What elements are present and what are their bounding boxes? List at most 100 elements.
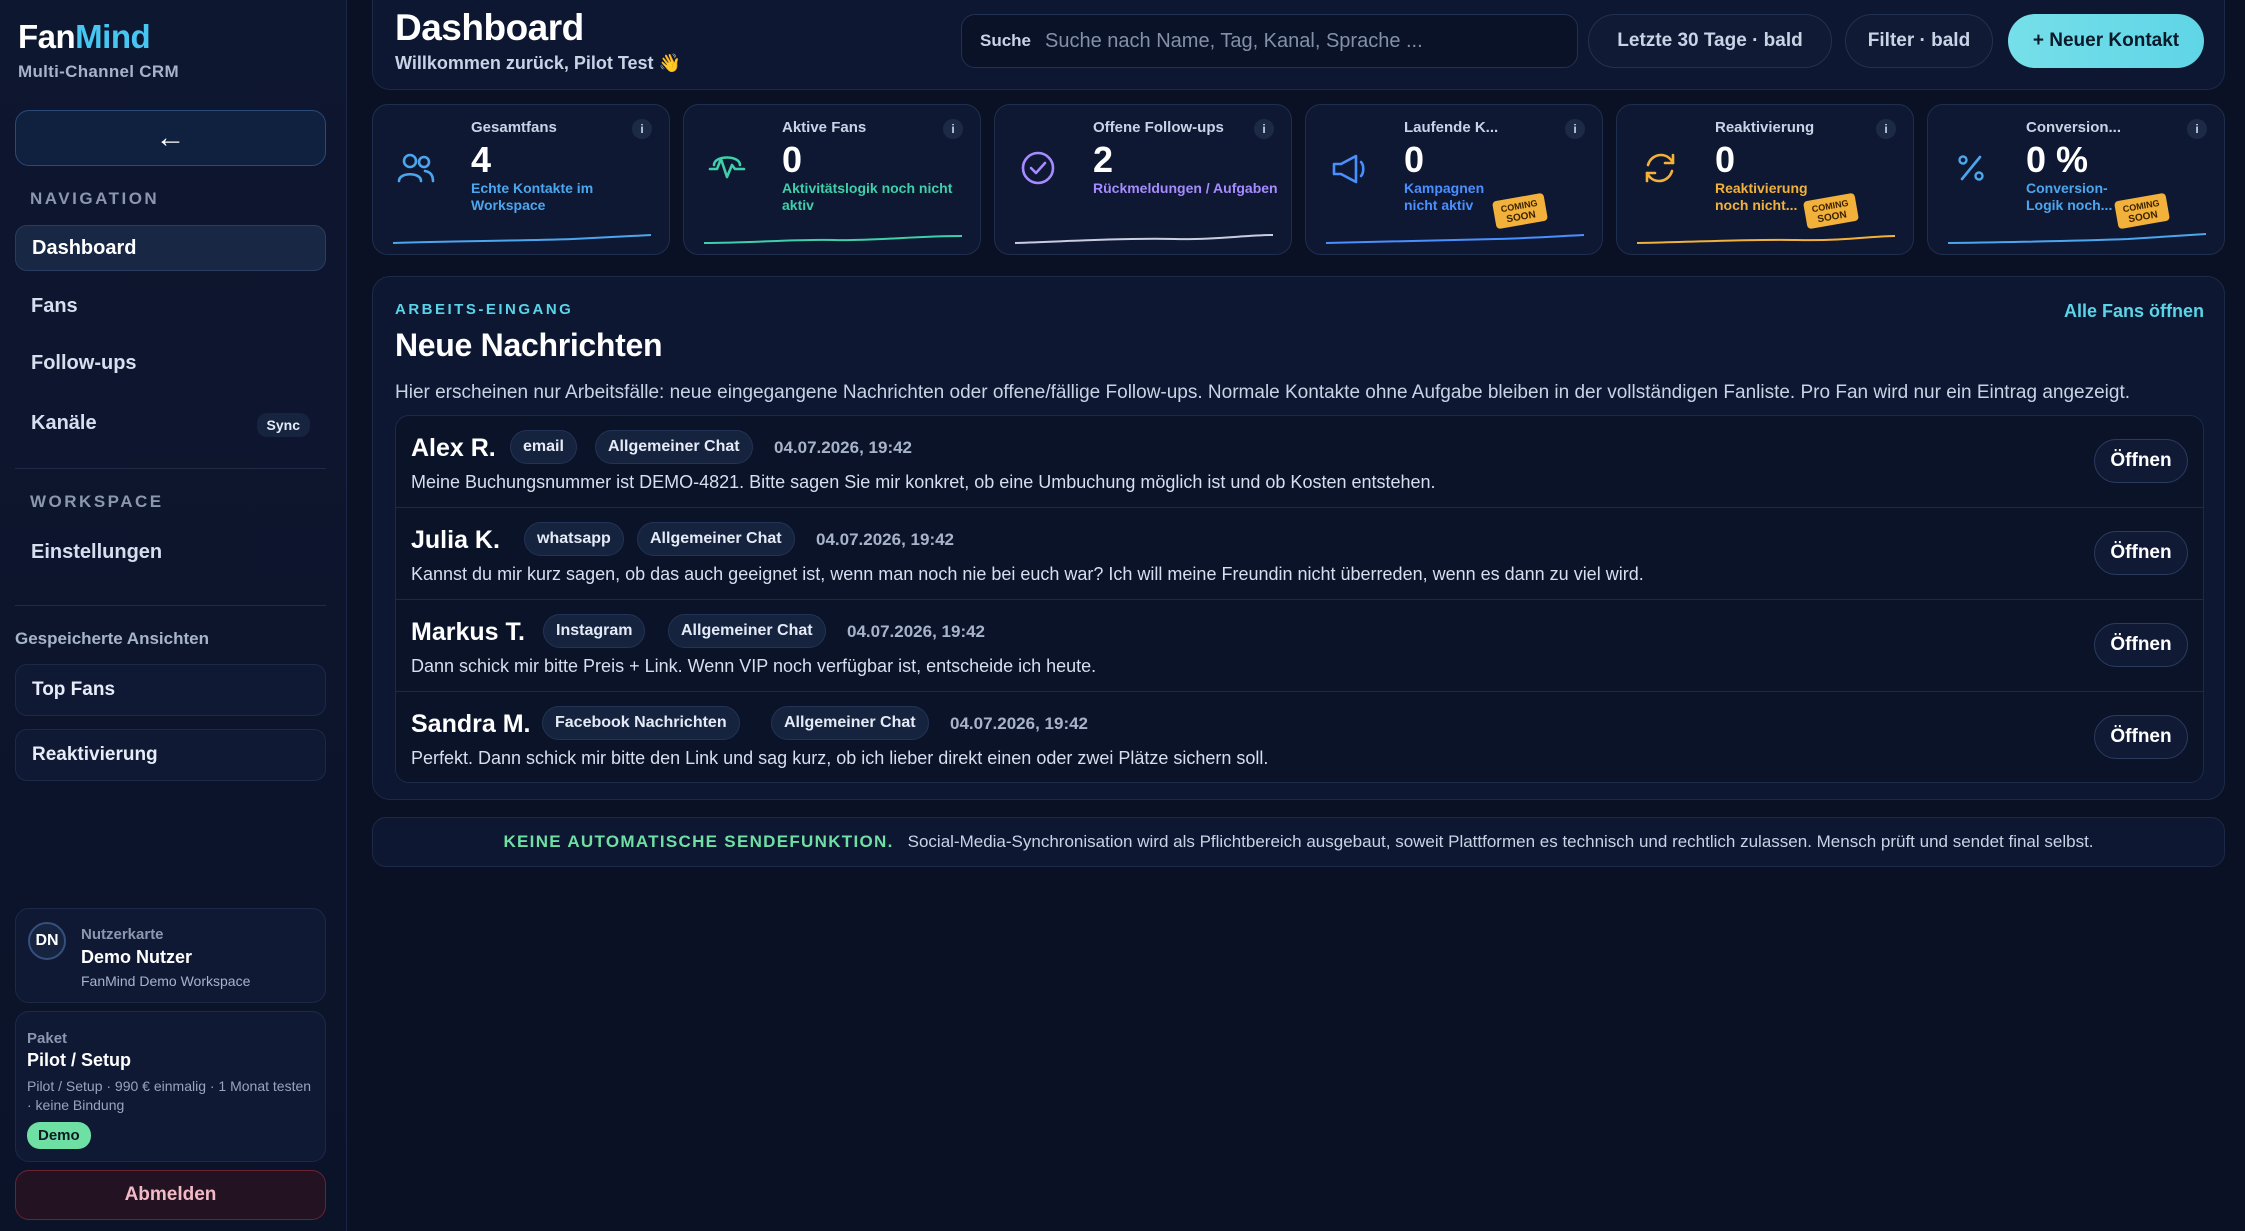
info-icon[interactable]: i xyxy=(943,119,963,139)
user-card[interactable]: DN Nutzerkarte Demo Nutzer FanMind Demo … xyxy=(15,908,326,1003)
message-row[interactable]: Julia K. whatsapp Allgemeiner Chat 04.07… xyxy=(396,508,2203,600)
page-title: Dashboard xyxy=(395,7,584,48)
stat-value: 0 xyxy=(1715,139,1736,180)
notice-banner: KEINE AUTOMATISCHE SENDEFUNKTION. Social… xyxy=(372,817,2225,867)
sparkline xyxy=(1015,234,1273,244)
message-date: 04.07.2026, 19:42 xyxy=(774,438,913,457)
arrow-left-icon: ← xyxy=(155,121,186,154)
stat-value: 0 xyxy=(1404,139,1425,180)
avatar: DN xyxy=(28,922,66,960)
message-row[interactable]: Alex R. email Allgemeiner Chat 04.07.202… xyxy=(396,416,2203,508)
saved-views-title: Gespeicherte Ansichten xyxy=(15,629,209,648)
saved-view-reaktivierung[interactable]: Reaktivierung xyxy=(15,729,326,781)
fan-name: Markus T. xyxy=(411,618,525,646)
users-icon xyxy=(397,153,435,183)
info-icon[interactable]: i xyxy=(1565,119,1585,139)
megaphone-icon xyxy=(1332,154,1365,184)
refresh-icon xyxy=(1645,153,1675,183)
open-all-fans-link[interactable]: Alle Fans öffnen xyxy=(2064,301,2204,322)
stat-card-conversion[interactable]: Conversion... 0 % Conversion-Logik noch.… xyxy=(1927,104,2225,255)
message-text: Dann schick mir bitte Preis + Link. Wenn… xyxy=(411,656,1097,676)
message-row[interactable]: Markus T. Instagram Allgemeiner Chat 04.… xyxy=(396,600,2203,692)
section-description: Hier erscheinen nur Arbeitsfälle: neue e… xyxy=(395,382,2131,403)
new-contact-button[interactable]: + Neuer Kontakt xyxy=(2008,14,2204,68)
info-icon[interactable]: i xyxy=(1876,119,1896,139)
sparkline xyxy=(1637,235,1895,244)
message-date: 04.07.2026, 19:42 xyxy=(816,530,955,549)
user-card-label: Nutzerkarte xyxy=(81,926,164,943)
stat-card-gesamtfans[interactable]: Gesamtfans 4 Echte Kontakte im Workspace… xyxy=(372,104,670,255)
stat-card-aktive-fans[interactable]: Aktive Fans 0 Aktivitätslogik noch nicht… xyxy=(683,104,981,255)
channel-tag: Facebook Nachrichten xyxy=(542,706,740,740)
top-bar: Dashboard Willkommen zurück, Pilot Test … xyxy=(372,0,2225,90)
sparkline xyxy=(1948,233,2206,244)
message-row[interactable]: Sandra M. Facebook Nachrichten Allgemein… xyxy=(396,692,2203,782)
workspace-name: FanMind Demo Workspace xyxy=(81,973,251,989)
collapse-sidebar-button[interactable]: ← xyxy=(15,110,326,166)
sparkline xyxy=(1326,234,1584,244)
date-range-button[interactable]: Letzte 30 Tage · bald xyxy=(1588,14,1832,68)
channel-tag: whatsapp xyxy=(524,522,624,556)
chat-tag: Allgemeiner Chat xyxy=(771,706,929,740)
percent-icon xyxy=(1958,155,1984,181)
sidebar-item-label: Fans xyxy=(31,294,78,317)
package-label: Paket xyxy=(27,1030,68,1047)
message-list: Alex R. email Allgemeiner Chat 04.07.202… xyxy=(395,415,2204,783)
message-text: Kannst du mir kurz sagen, ob das auch ge… xyxy=(411,564,1644,584)
stat-card-offene-follow-ups[interactable]: Offene Follow-ups 2 Rückmeldungen / Aufg… xyxy=(994,104,1292,255)
channel-tag: email xyxy=(510,430,577,464)
section-title: Neue Nachrichten xyxy=(395,327,663,363)
sidebar-item-dashboard[interactable]: Dashboard xyxy=(15,225,326,271)
message-date: 04.07.2026, 19:42 xyxy=(950,714,1089,733)
sidebar-item-einstellungen[interactable]: Einstellungen xyxy=(15,529,326,575)
app-logo[interactable]: FanMind xyxy=(18,18,151,56)
info-icon[interactable]: i xyxy=(1254,119,1274,139)
stat-value: 2 xyxy=(1093,139,1114,180)
stat-description: Rückmeldungen / Aufgaben xyxy=(1093,180,1278,196)
chat-tag: Allgemeiner Chat xyxy=(595,430,753,464)
stat-value: 0 xyxy=(782,139,803,180)
open-button[interactable]: Öffnen xyxy=(2094,715,2188,759)
stat-value: 4 xyxy=(471,139,492,180)
package-card: Paket Pilot / Setup Pilot / Setup · 990 … xyxy=(15,1011,326,1162)
open-button[interactable]: Öffnen xyxy=(2094,531,2188,575)
channel-tag: Instagram xyxy=(543,614,646,648)
info-icon[interactable]: i xyxy=(632,119,652,139)
message-text: Meine Buchungsnummer ist DEMO-4821. Bitt… xyxy=(411,472,1436,492)
sidebar-item-fans[interactable]: Fans xyxy=(15,283,326,329)
stat-label: Laufende K... xyxy=(1404,119,1499,136)
info-icon[interactable]: i xyxy=(2187,119,2207,139)
sidebar-item-follow-ups[interactable]: Follow-ups xyxy=(15,340,326,386)
check-circle-icon xyxy=(1021,151,1055,185)
chat-tag: Allgemeiner Chat xyxy=(637,522,795,556)
notice-text: Social-Media-Synchronisation wird als Pf… xyxy=(907,832,2094,851)
workspace-section-title: WORKSPACE xyxy=(30,492,164,511)
search-input[interactable] xyxy=(1045,29,1577,53)
package-name: Pilot / Setup xyxy=(27,1050,132,1070)
sidebar-item-label: Follow-ups xyxy=(31,351,137,374)
fan-name: Julia K. xyxy=(411,526,500,554)
filter-button[interactable]: Filter · bald xyxy=(1845,14,1993,68)
notice-title: KEINE AUTOMATISCHE SENDEFUNKTION. xyxy=(503,832,894,851)
sidebar-item-kanaele[interactable]: Kanäle Sync xyxy=(15,400,326,446)
open-button[interactable]: Öffnen xyxy=(2094,623,2188,667)
stat-description: Echte Kontakte im Workspace xyxy=(471,180,594,213)
search-box[interactable]: Suche xyxy=(961,14,1578,68)
stat-card-laufende-kampagnen[interactable]: Laufende K... 0 Kampagnen nicht aktiv i … xyxy=(1305,104,1603,255)
stat-label: Aktive Fans xyxy=(782,119,867,136)
fan-name: Sandra M. xyxy=(411,710,531,738)
stat-label: Offene Follow-ups xyxy=(1093,119,1224,136)
demo-badge: Demo xyxy=(27,1122,91,1149)
stat-description: Aktivitätslogik noch nicht aktiv xyxy=(782,180,953,213)
logout-button[interactable]: Abmelden xyxy=(15,1170,326,1220)
sidebar-item-label: Einstellungen xyxy=(31,540,163,563)
sidebar-item-label: Dashboard xyxy=(32,236,137,259)
stat-label: Gesamtfans xyxy=(471,119,557,136)
sidebar-divider xyxy=(15,468,326,469)
open-button[interactable]: Öffnen xyxy=(2094,439,2188,483)
section-kicker: ARBEITS-EINGANG xyxy=(395,301,574,318)
activity-icon xyxy=(708,156,746,179)
saved-view-top-fans[interactable]: Top Fans xyxy=(15,664,326,716)
stat-card-reaktivierung[interactable]: Reaktivierung 0 Reaktivierung noch nicht… xyxy=(1616,104,1914,255)
message-date: 04.07.2026, 19:42 xyxy=(847,622,986,641)
